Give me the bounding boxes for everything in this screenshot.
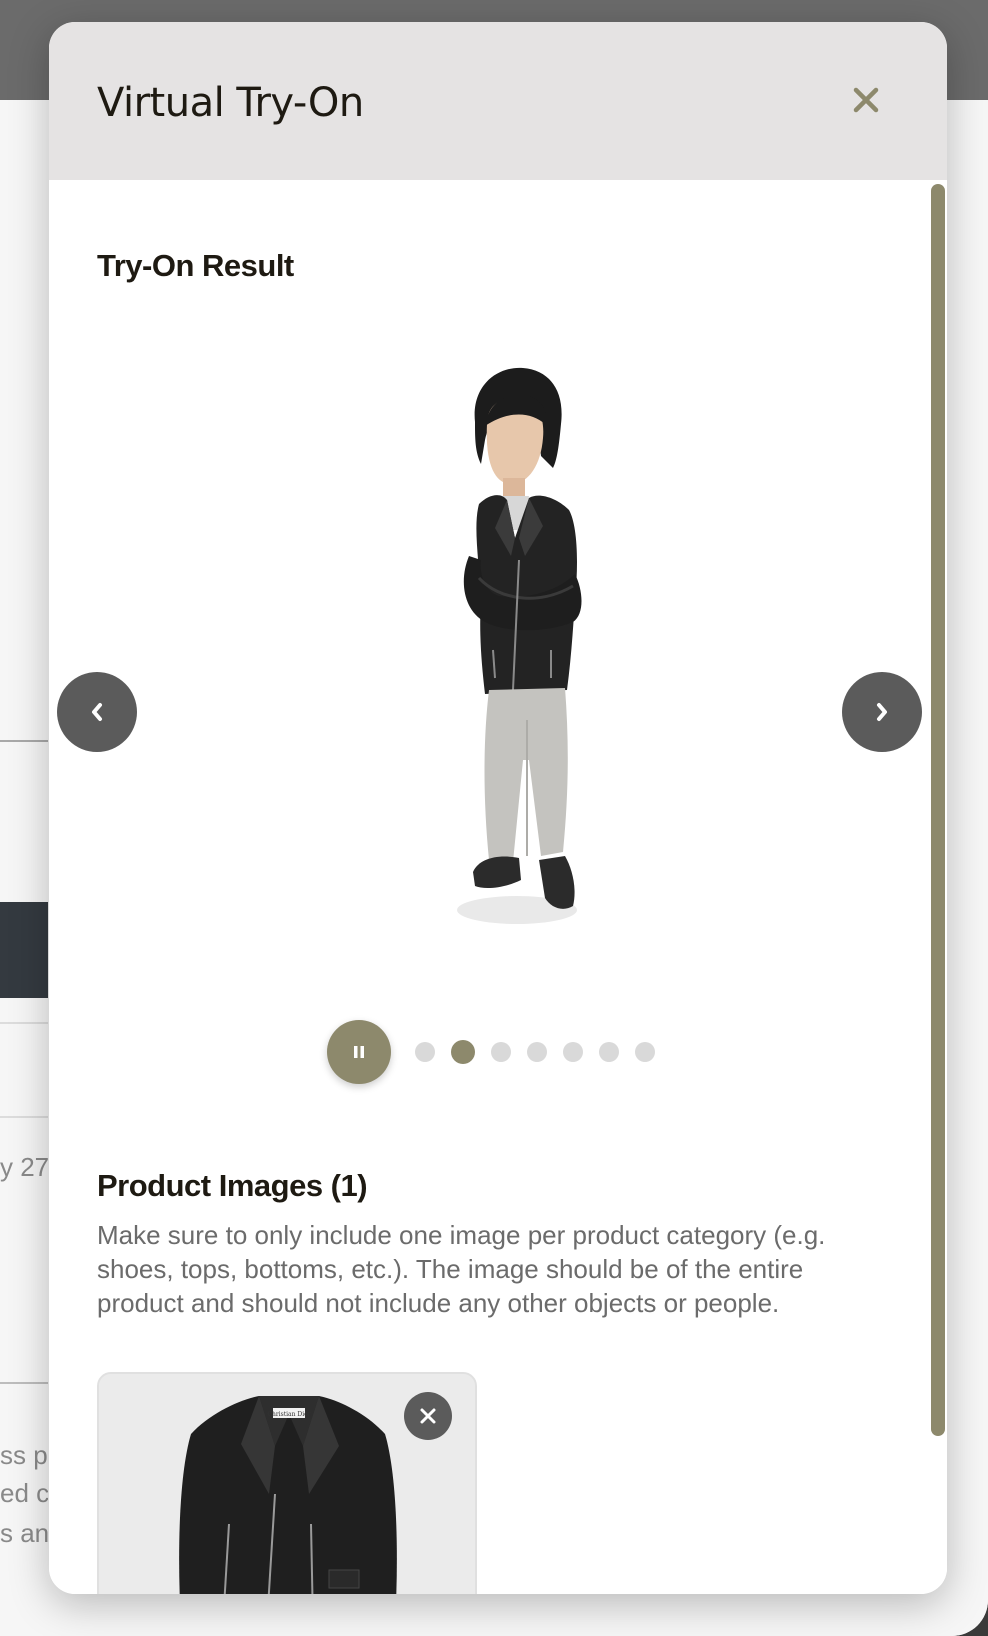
background-divider (0, 740, 48, 742)
background-text-fragment: ed c (0, 1478, 48, 1508)
slide-indicator-active[interactable] (451, 1040, 475, 1064)
slide-indicator[interactable] (599, 1042, 619, 1062)
close-icon (420, 1408, 436, 1424)
previous-slide-button[interactable] (57, 672, 137, 752)
close-button[interactable] (844, 78, 888, 122)
next-slide-button[interactable] (842, 672, 922, 752)
background-divider (0, 1022, 48, 1024)
slide-indicator[interactable] (527, 1042, 547, 1062)
background-dark-button (0, 902, 48, 998)
modal-header: Virtual Try-On (49, 22, 947, 180)
slide-indicator[interactable] (415, 1042, 435, 1062)
try-on-result-image (389, 360, 629, 960)
slide-indicator[interactable] (563, 1042, 583, 1062)
person-figure (457, 367, 582, 924)
modal-title: Virtual Try-On (97, 80, 364, 126)
modal-body[interactable]: Try-On Result Product Images (1) Make su… (49, 180, 947, 1594)
scrollbar-thumb[interactable] (931, 184, 945, 1436)
slide-indicator[interactable] (635, 1042, 655, 1062)
remove-product-image-button[interactable] (404, 1392, 452, 1440)
virtual-try-on-modal: Virtual Try-On Try-On Result Product Ima… (49, 22, 947, 1594)
background-text-fragment: ss p (0, 1440, 48, 1470)
chevron-left-icon (92, 703, 102, 721)
chevron-right-icon (877, 703, 887, 721)
product-images-description: Make sure to only include one image per … (97, 1220, 826, 1318)
pause-icon (354, 1046, 364, 1058)
background-divider (0, 1382, 48, 1384)
background-date-fragment: y 27 (0, 1152, 48, 1182)
try-on-result-title: Try-On Result (97, 248, 294, 283)
slide-indicator[interactable] (491, 1042, 511, 1062)
product-images-title: Product Images (1) (97, 1168, 368, 1203)
slide-indicators (415, 1040, 671, 1064)
pause-slideshow-button[interactable] (327, 1020, 391, 1084)
close-icon (853, 87, 879, 113)
background-divider (0, 1116, 48, 1118)
product-image-card: Christian Dior (97, 1372, 477, 1594)
background-text-fragment: s and (0, 1518, 48, 1548)
brand-label: Christian Dior (267, 1411, 310, 1418)
